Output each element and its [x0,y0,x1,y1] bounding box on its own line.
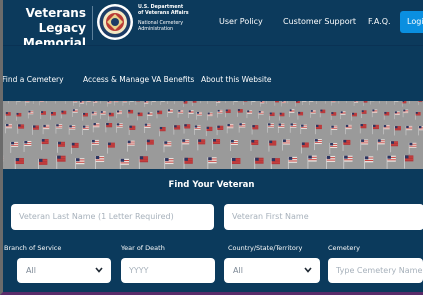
country-value: All [233,266,243,275]
last-name-input[interactable]: Veteran Last Name (1 Letter Required) [11,204,214,230]
nav-item-find-cemetery[interactable]: Find a Cemetery [2,75,64,84]
branch-select[interactable]: All [17,258,111,283]
year-input[interactable]: YYYY [121,258,215,283]
nav-item-about[interactable]: About this Website [201,75,272,84]
year-label: Year of Death [121,244,165,252]
faq-link[interactable]: F.A.Q. [368,17,391,26]
user-policy-link[interactable]: User Policy [219,17,263,26]
login-button[interactable]: Logi [400,11,423,33]
va-line2: of Veterans Affairs [138,11,189,16]
chevron-down-icon [304,267,312,273]
cemetery-label: Cemetery [328,244,360,252]
flags-banner-image [0,101,423,169]
cemetery-input[interactable]: Type Cemetery Name [328,258,423,283]
va-line4: Administration [138,27,174,32]
search-title: Find Your Veteran [168,180,255,190]
va-seal-icon [97,4,133,40]
va-name-block: U.S. Department of Veterans Affairs Nati… [138,5,189,33]
country-select[interactable]: All [224,258,320,283]
nav-item-benefits[interactable]: Access & Manage VA Benefits [83,75,194,84]
header-divider [92,6,93,40]
country-label: Country/State/Territory [228,244,303,252]
branch-value: All [26,266,36,275]
site-header: Veterans Legacy Memorial U.S. Department… [0,0,423,50]
customer-support-link[interactable]: Customer Support [283,17,356,26]
search-panel: Find Your Veteran Veteran Last Name (1 L… [0,169,423,295]
branch-label: Branch of Service [4,244,62,252]
site-title-line1: Veterans Legacy [25,6,86,35]
first-name-input[interactable]: Veteran First Name [224,204,423,230]
chevron-down-icon [95,267,103,273]
main-nav: Find a Cemetery Access & Manage VA Benef… [0,45,423,101]
